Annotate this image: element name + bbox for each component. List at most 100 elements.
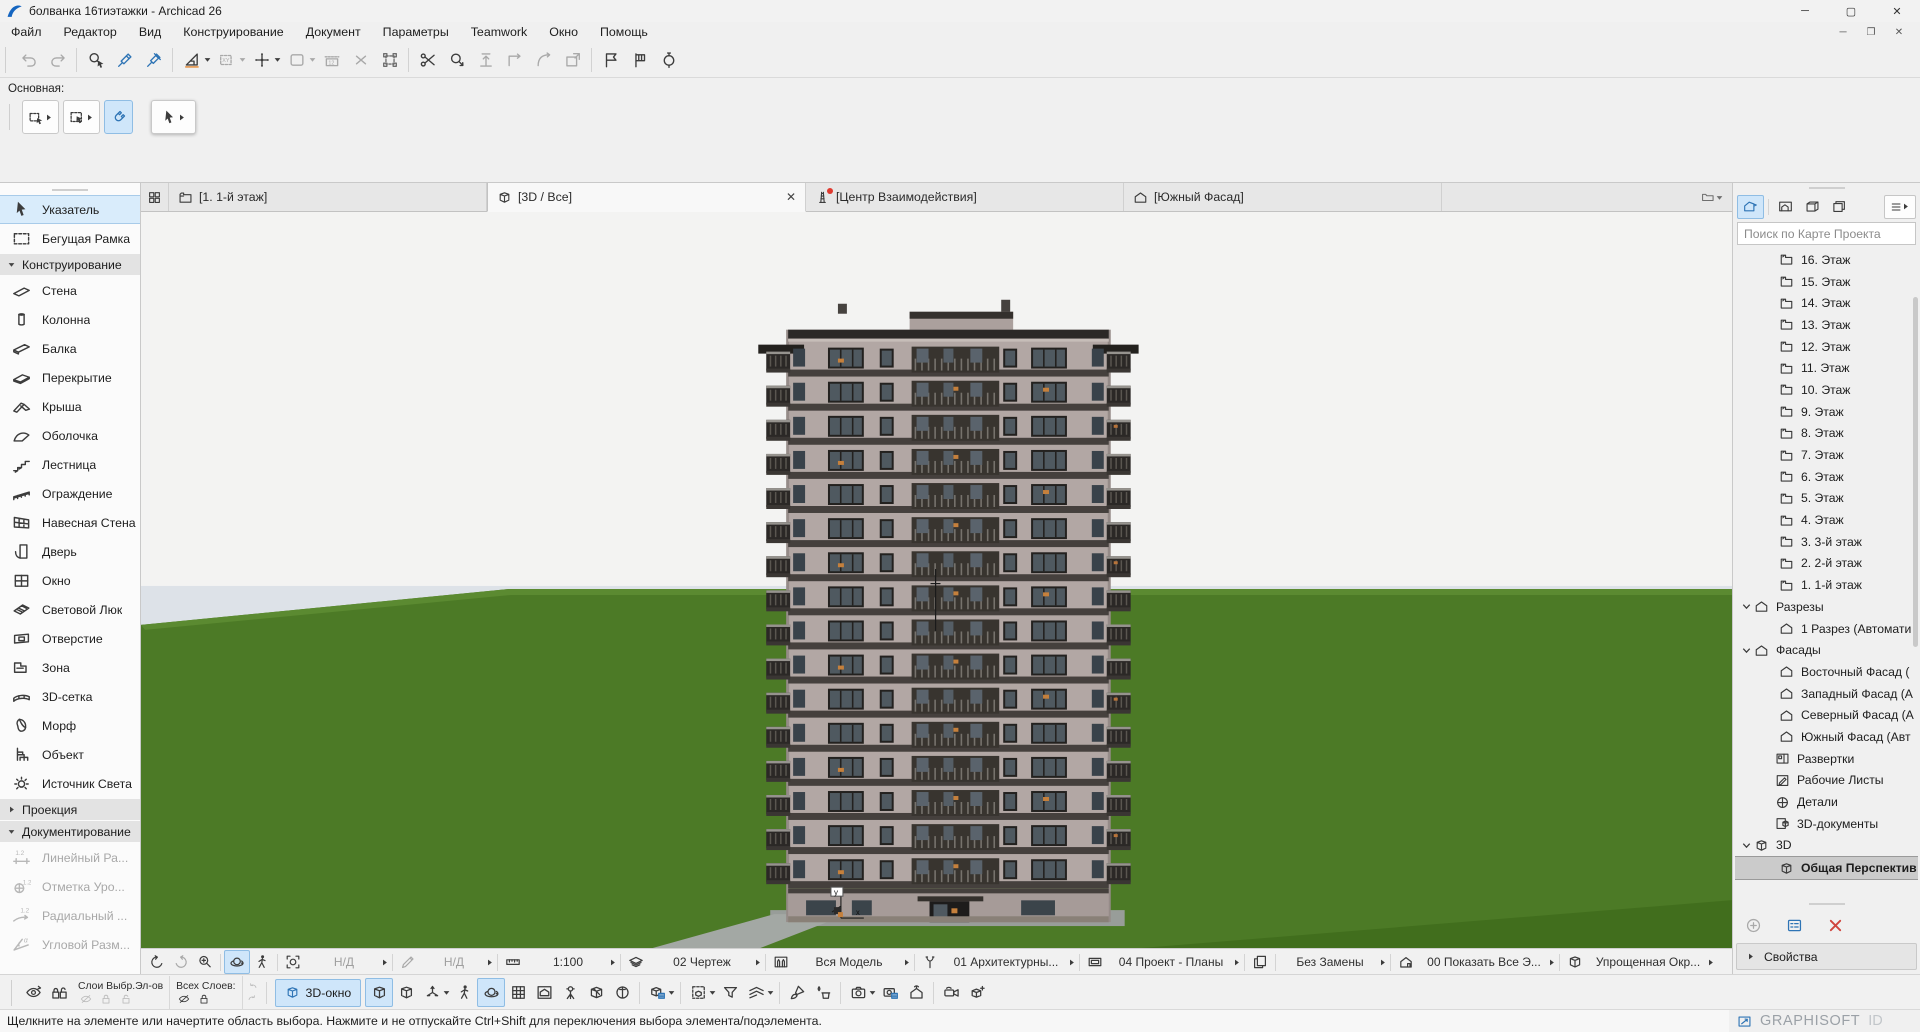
tab-overview-button[interactable] bbox=[141, 183, 169, 211]
brush-button[interactable] bbox=[784, 979, 810, 1006]
toolbox-item-3[interactable]: Стена bbox=[0, 276, 140, 305]
pet2-button[interactable] bbox=[63, 100, 100, 134]
fit-zoom-button[interactable] bbox=[281, 951, 305, 973]
chevron-down-icon[interactable] bbox=[1715, 193, 1724, 202]
navigator-splitter[interactable] bbox=[1735, 899, 1918, 909]
close-button[interactable]: ✕ bbox=[1874, 0, 1920, 22]
toolbox-item-25[interactable]: 1.2 Радиальный ... bbox=[0, 901, 140, 930]
doc-minimize-button[interactable]: ─ bbox=[1830, 27, 1856, 38]
menu-3[interactable]: Конструирование bbox=[172, 25, 294, 39]
video-cam-button[interactable] bbox=[938, 979, 964, 1006]
doc-restore-button[interactable]: ❐ bbox=[1858, 27, 1884, 38]
tree-item-7[interactable]: 9. Этаж bbox=[1735, 401, 1918, 423]
tree-item-8[interactable]: 8. Этаж bbox=[1735, 423, 1918, 445]
tripod-button[interactable] bbox=[557, 979, 583, 1006]
bucket-button[interactable] bbox=[810, 979, 836, 1006]
toolbox-item-0[interactable]: Указатель bbox=[0, 195, 140, 224]
inject-button[interactable] bbox=[139, 46, 168, 74]
arc-t-button[interactable] bbox=[529, 46, 558, 74]
pet1-button[interactable] bbox=[22, 100, 59, 134]
lock-pair-button[interactable] bbox=[46, 979, 72, 1006]
chevron-down-icon[interactable] bbox=[1739, 601, 1754, 612]
orbit-button[interactable] bbox=[477, 978, 505, 1007]
quickbar-dropdown[interactable]: 02 Чертеж bbox=[648, 955, 762, 969]
house-sm-button[interactable] bbox=[1394, 951, 1418, 973]
quickbar-dropdown[interactable]: 00 Показать Все Э... bbox=[1418, 955, 1556, 969]
view-map-button[interactable] bbox=[1773, 196, 1798, 218]
menu-2[interactable]: Вид bbox=[128, 25, 172, 39]
toolbox-item-26[interactable]: α Угловой Разм... bbox=[0, 930, 140, 959]
toolbox-item-13[interactable]: Окно bbox=[0, 566, 140, 595]
toolbox-item-8[interactable]: Оболочка bbox=[0, 421, 140, 450]
eye-swap-button[interactable] bbox=[20, 979, 46, 1006]
toolbar-drag-handle[interactable] bbox=[5, 47, 11, 73]
eye-off-icon[interactable] bbox=[80, 993, 92, 1005]
quickbar-dropdown[interactable]: 04 Проект - Планы bbox=[1107, 955, 1241, 969]
tree-item-4[interactable]: 12. Этаж bbox=[1735, 336, 1918, 358]
pen-gy-button[interactable] bbox=[396, 951, 420, 973]
project-map-button[interactable] bbox=[1737, 195, 1764, 219]
chevron-down-icon[interactable] bbox=[203, 55, 212, 64]
tree-item-17[interactable]: 1 Разрез (Автомати bbox=[1735, 618, 1918, 640]
delete-button[interactable] bbox=[1827, 917, 1844, 934]
publisher-sets-button[interactable] bbox=[1827, 196, 1852, 218]
trans-box-button[interactable] bbox=[375, 46, 404, 74]
house-ant-button[interactable] bbox=[903, 979, 929, 1006]
nav-fwd-button[interactable] bbox=[169, 951, 193, 973]
zoom-select-button[interactable] bbox=[81, 46, 110, 74]
x-mark-button[interactable] bbox=[346, 46, 375, 74]
cube-3d-button[interactable] bbox=[1563, 951, 1587, 973]
tab-3[interactable]: [Южный Фасад] bbox=[1124, 183, 1442, 211]
chevron-down-icon[interactable] bbox=[238, 55, 247, 64]
toolbox-item-5[interactable]: Балка bbox=[0, 334, 140, 363]
tree-item-11[interactable]: 5. Этаж bbox=[1735, 488, 1918, 510]
tree-item-10[interactable]: 6. Этаж bbox=[1735, 466, 1918, 488]
menu-4[interactable]: Документ bbox=[295, 25, 372, 39]
properties-header[interactable]: Свойства bbox=[1736, 943, 1917, 970]
tree-item-18[interactable]: Фасады bbox=[1735, 639, 1918, 661]
undo-small-icon[interactable] bbox=[247, 993, 258, 1004]
tree-item-3[interactable]: 13. Этаж bbox=[1735, 314, 1918, 336]
row2-drag-handle[interactable] bbox=[11, 980, 17, 1006]
fav-box-button[interactable] bbox=[282, 46, 311, 74]
menu-1[interactable]: Редактор bbox=[52, 25, 127, 39]
zoom-in-button[interactable] bbox=[193, 951, 217, 973]
tree-item-13[interactable]: 3. 3-й этаж bbox=[1735, 531, 1918, 553]
cutaway-button[interactable] bbox=[583, 979, 609, 1006]
quickbar-dropdown[interactable]: Н/Д bbox=[420, 955, 494, 969]
quickbar-dropdown[interactable]: 1:100 bbox=[525, 955, 617, 969]
toolbox-section-2[interactable]: Конструирование bbox=[0, 254, 140, 275]
minimize-button[interactable]: ─ bbox=[1782, 0, 1828, 22]
magnet-button[interactable] bbox=[104, 100, 133, 134]
tree-item-21[interactable]: Северный Фасад (А bbox=[1735, 704, 1918, 726]
3d-window-button[interactable]: 3D-окно bbox=[275, 979, 362, 1007]
pickup-button[interactable] bbox=[110, 46, 139, 74]
navigator-more-button[interactable] bbox=[1884, 195, 1916, 219]
xy-box-button[interactable]: XY bbox=[212, 46, 241, 74]
ruler-button[interactable] bbox=[501, 951, 525, 973]
tree-item-28[interactable]: Общая Перспектив bbox=[1735, 856, 1918, 880]
box-arrow-button[interactable] bbox=[558, 46, 587, 74]
tree-scrollbar[interactable] bbox=[1913, 297, 1918, 647]
dim-12-button[interactable]: 12 bbox=[317, 46, 346, 74]
toolbox-item-15[interactable]: Отверстие bbox=[0, 624, 140, 653]
toolbox-item-24[interactable]: 1.2 Отметка Уро... bbox=[0, 872, 140, 901]
cam-list-button[interactable] bbox=[877, 979, 903, 1006]
tree-item-1[interactable]: 15. Этаж bbox=[1735, 271, 1918, 293]
house-frame-button[interactable] bbox=[531, 979, 557, 1006]
menu-7[interactable]: Окно bbox=[538, 25, 589, 39]
chevron-down-icon[interactable] bbox=[708, 988, 717, 997]
flag1-button[interactable] bbox=[596, 46, 625, 74]
chevron-down-icon[interactable] bbox=[1739, 840, 1754, 851]
undo-button[interactable] bbox=[14, 46, 43, 74]
tree-item-23[interactable]: Развертки bbox=[1735, 748, 1918, 770]
chevron-down-icon[interactable] bbox=[273, 55, 282, 64]
adjust-button[interactable] bbox=[442, 46, 471, 74]
quickbar-dropdown[interactable]: Упрощенная Окр... bbox=[1587, 955, 1715, 969]
chevron-down-icon[interactable] bbox=[766, 988, 775, 997]
layout-book-button[interactable] bbox=[1800, 196, 1825, 218]
toolbox-item-6[interactable]: Перекрытие bbox=[0, 363, 140, 392]
tree-item-24[interactable]: Рабочие Листы bbox=[1735, 770, 1918, 792]
penset-button[interactable] bbox=[769, 951, 793, 973]
folder-c-icon[interactable] bbox=[1701, 190, 1715, 204]
